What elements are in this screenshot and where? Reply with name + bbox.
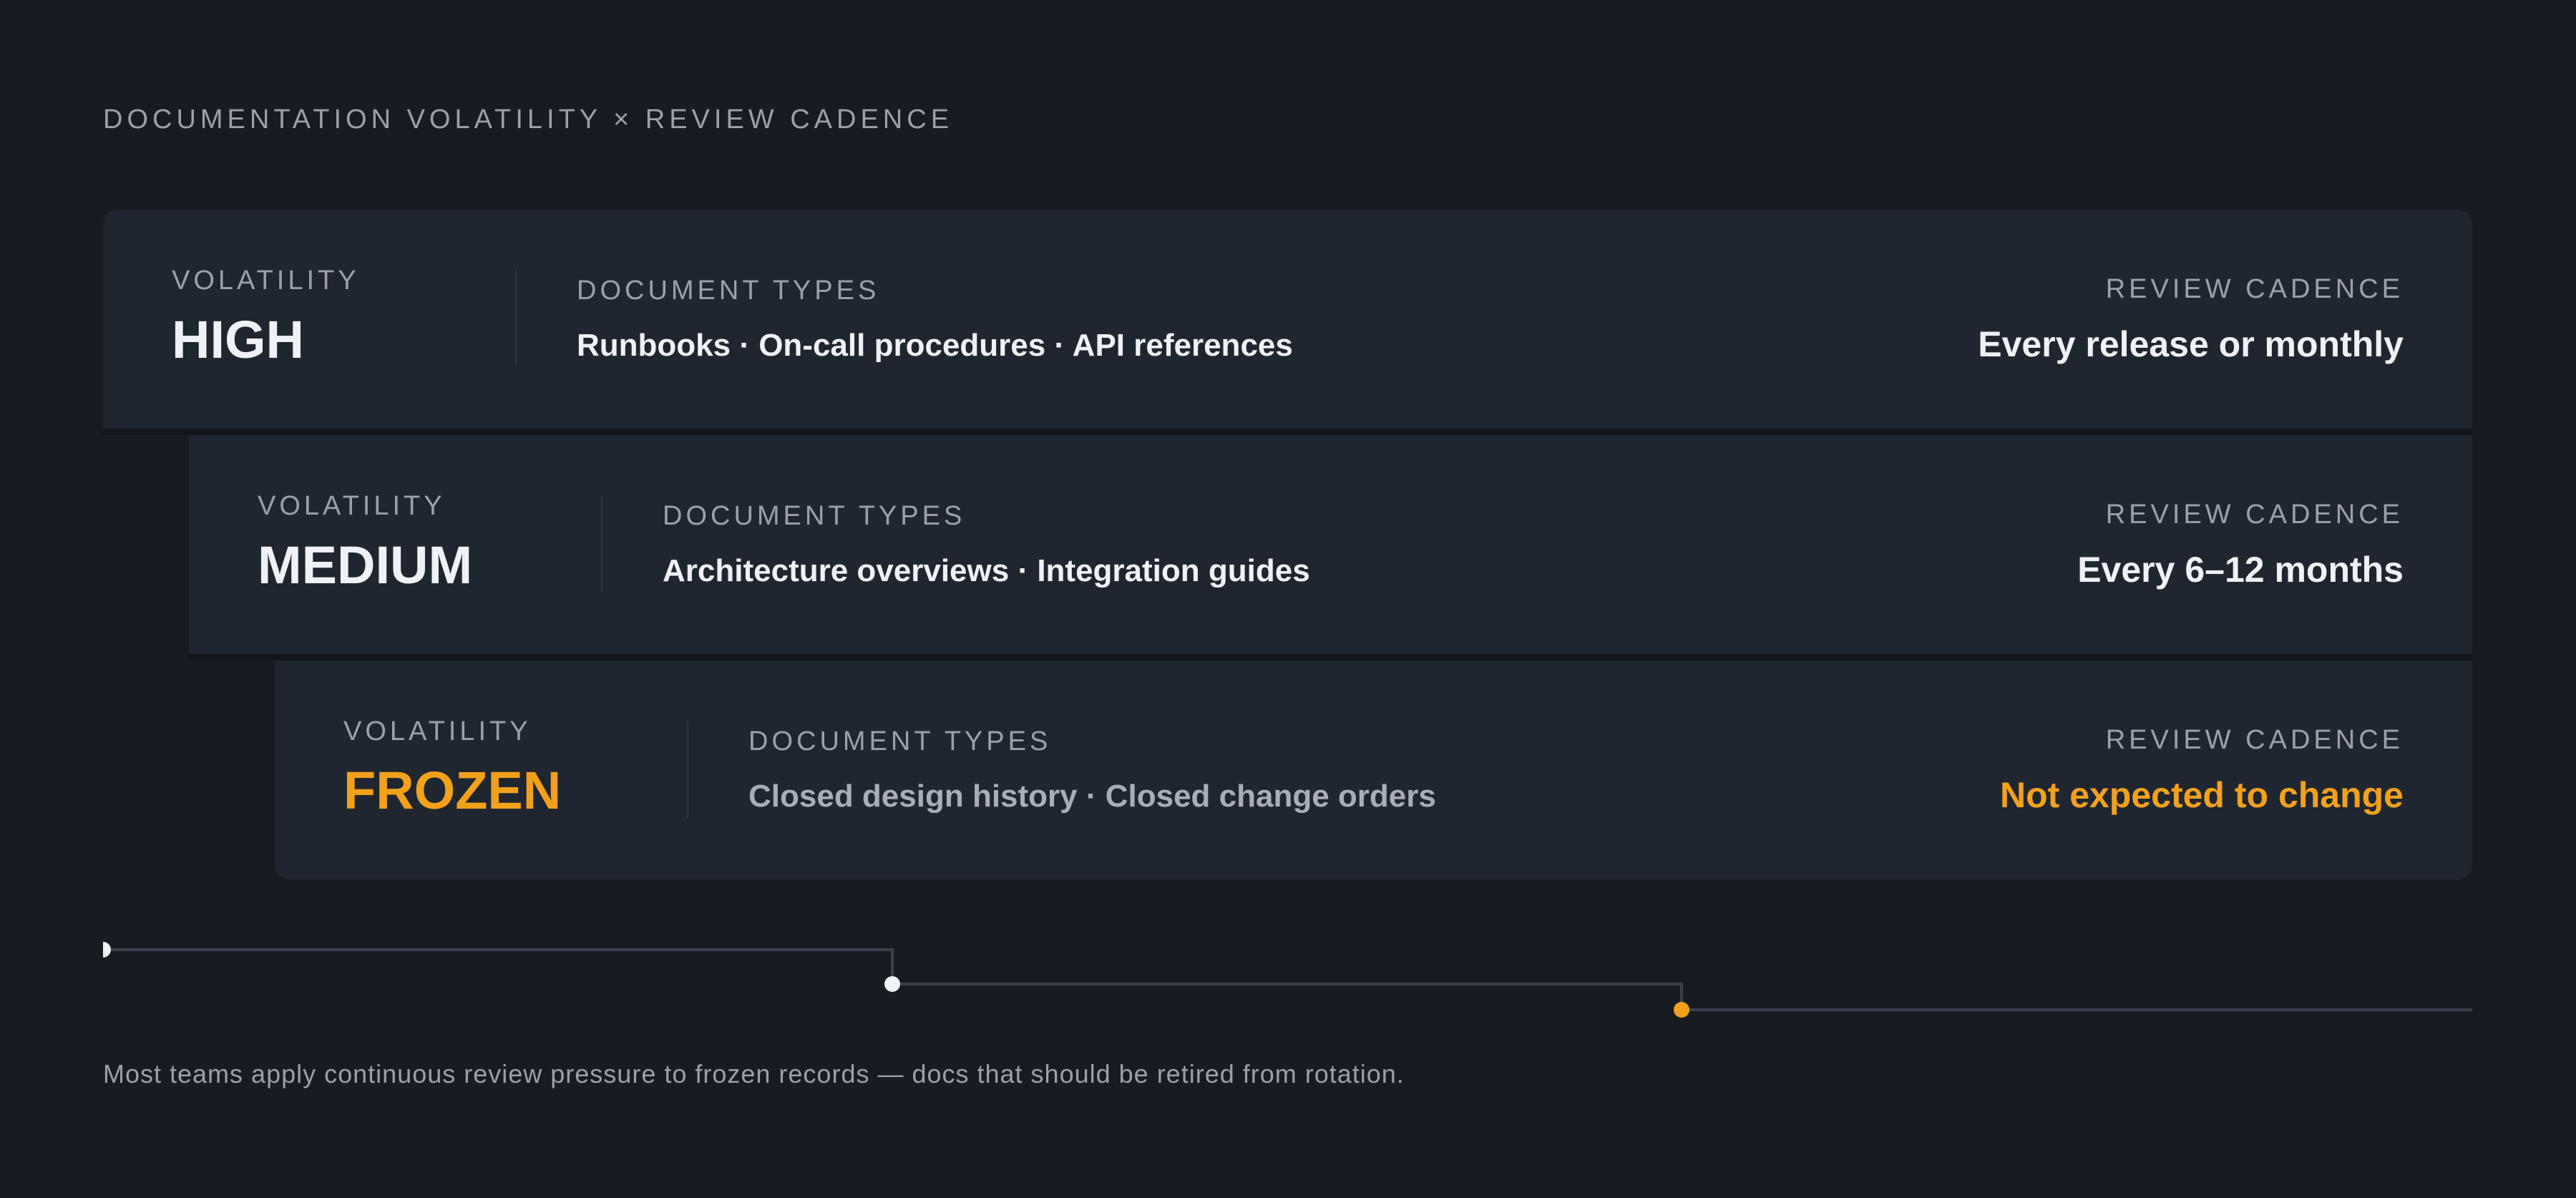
track-start-marker [103,942,111,958]
volatility-step-track [103,942,2472,1018]
step-line [103,948,2472,1011]
footnote: Most teams apply continuous review press… [103,1059,1405,1089]
medium-step-marker [884,976,900,992]
frozen-step-marker [1674,1002,1689,1018]
